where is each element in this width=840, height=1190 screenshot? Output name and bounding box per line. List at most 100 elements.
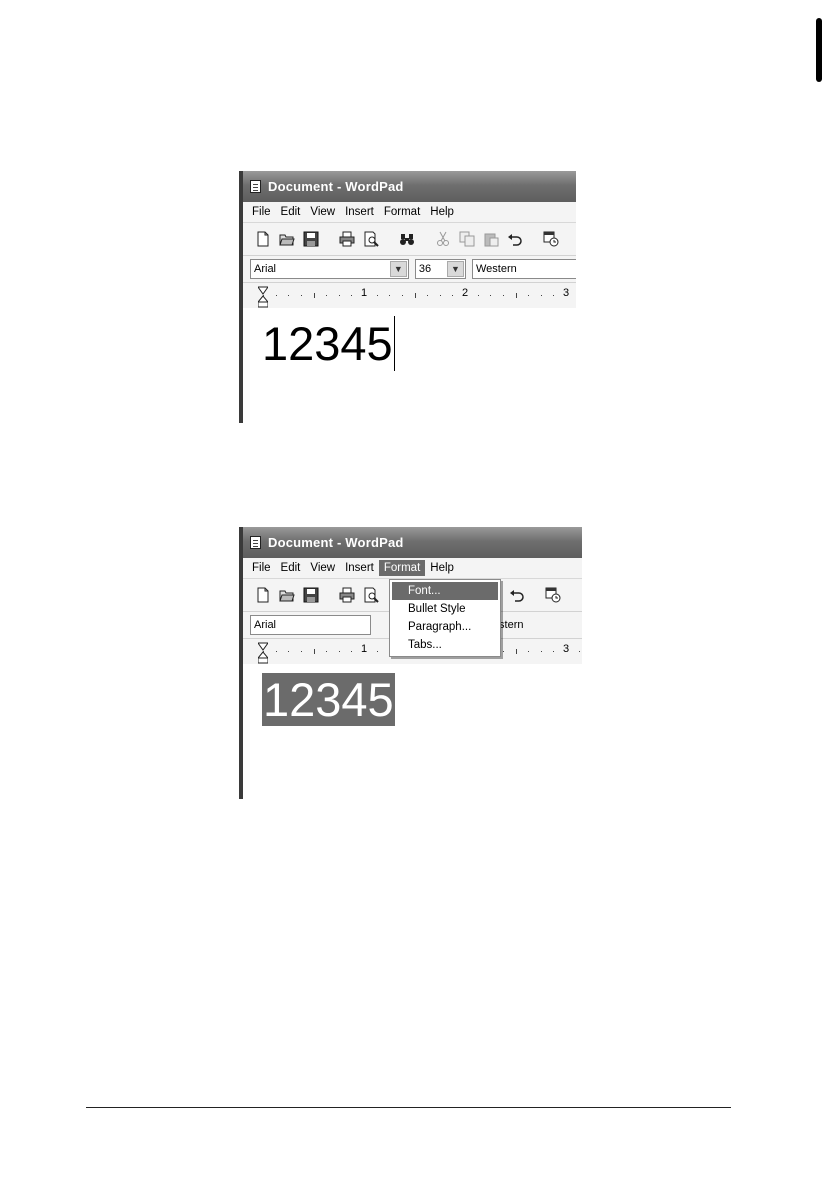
document-editor[interactable]: 12345	[243, 308, 576, 423]
document-text-area[interactable]: 12345	[262, 672, 395, 728]
font-size-value: 36	[418, 263, 432, 275]
standard-toolbar	[243, 223, 576, 256]
script-combo[interactable]: Western	[472, 259, 576, 279]
menu-file[interactable]: File	[247, 560, 276, 576]
menu-edit[interactable]: Edit	[276, 204, 306, 220]
menu-bar: File Edit View Insert Format Help	[243, 558, 582, 579]
copy-icon[interactable]	[457, 229, 477, 249]
font-size-combo[interactable]: 36 ▼	[414, 259, 466, 279]
ruler-dot	[351, 295, 353, 296]
undo-icon[interactable]	[507, 585, 527, 605]
document-text: 12345	[262, 317, 393, 370]
ruler-dot	[553, 651, 555, 652]
ruler-dot	[326, 651, 328, 652]
page-corner-mark	[816, 18, 822, 82]
ruler-dot	[578, 651, 580, 652]
menu-item-bullet-style[interactable]: Bullet Style	[390, 600, 500, 618]
wordpad-app-icon	[250, 536, 261, 549]
ruler-dot	[452, 295, 454, 296]
chevron-down-icon[interactable]: ▼	[447, 261, 464, 277]
print-icon[interactable]	[337, 585, 357, 605]
ruler-half-inch-tick	[313, 293, 315, 298]
menu-format[interactable]: Format	[378, 560, 426, 576]
ruler-dot	[376, 295, 378, 296]
menu-item-paragraph[interactable]: Paragraph...	[390, 618, 500, 636]
ruler-half-inch-tick	[515, 649, 517, 654]
title-bar[interactable]: Document - WordPad	[243, 171, 576, 202]
ruler-dot	[326, 295, 328, 296]
ruler-dot	[275, 651, 277, 652]
open-folder-icon[interactable]	[277, 229, 297, 249]
menu-insert[interactable]: Insert	[340, 560, 379, 576]
ruler-dot	[502, 295, 504, 296]
document-editor[interactable]: 12345	[243, 664, 582, 799]
ruler-number: 1	[359, 643, 369, 655]
format-menu-dropdown: Font... Bullet Style Paragraph... Tabs..…	[389, 579, 501, 657]
ruler-dot	[275, 295, 277, 296]
font-name-value: Arial	[254, 619, 277, 631]
undo-icon[interactable]	[505, 229, 525, 249]
wordpad-window-typing: Document - WordPad File Edit View Insert…	[239, 171, 576, 423]
ruler-dot	[300, 295, 302, 296]
ruler-dot	[263, 295, 264, 296]
save-disk-icon[interactable]	[301, 229, 321, 249]
cut-scissors-icon[interactable]	[433, 229, 453, 249]
font-name-combo[interactable]: Arial	[250, 615, 372, 635]
ruler-dot	[490, 295, 492, 296]
menu-edit[interactable]: Edit	[276, 560, 306, 576]
menu-help[interactable]: Help	[425, 560, 459, 576]
ruler-dot	[376, 651, 378, 652]
menu-item-tabs[interactable]: Tabs...	[390, 636, 500, 654]
menu-view[interactable]: View	[305, 560, 340, 576]
window-title: Document - WordPad	[268, 179, 404, 194]
ruler-dot	[528, 295, 530, 296]
print-icon[interactable]	[337, 229, 357, 249]
format-bar: Arial ▼ 36 ▼ Western	[243, 256, 576, 283]
ruler-track: 1 2 3	[257, 287, 576, 301]
ruler-dot	[540, 651, 542, 652]
script-value: Western	[476, 263, 517, 275]
ruler-dot	[553, 295, 555, 296]
new-document-icon[interactable]	[253, 585, 273, 605]
menu-item-font[interactable]: Font...	[392, 582, 498, 600]
menu-view[interactable]: View	[305, 204, 340, 220]
title-bar[interactable]: Document - WordPad	[243, 527, 582, 558]
print-preview-icon[interactable]	[361, 229, 381, 249]
ruler-dot	[338, 651, 340, 652]
ruler-dot	[288, 651, 290, 652]
ruler-number: 1	[359, 287, 369, 299]
wordpad-window-format-menu: Document - WordPad File Edit View Insert…	[239, 527, 582, 799]
ruler-half-inch-tick	[515, 293, 517, 298]
font-name-combo[interactable]: Arial ▼	[250, 259, 409, 279]
chevron-down-icon[interactable]: ▼	[389, 261, 407, 277]
wordpad-app-icon	[250, 180, 261, 193]
ruler-dot	[263, 651, 264, 652]
save-disk-icon[interactable]	[301, 585, 321, 605]
ruler-dot	[288, 295, 290, 296]
footer-rule	[86, 1107, 731, 1108]
print-preview-icon[interactable]	[361, 585, 381, 605]
document-text-area[interactable]: 12345	[262, 316, 395, 372]
ruler-dot	[477, 295, 479, 296]
date-time-icon[interactable]	[541, 229, 561, 249]
ruler-dot	[401, 295, 403, 296]
paste-icon[interactable]	[481, 229, 501, 249]
date-time-icon[interactable]	[543, 585, 563, 605]
menu-file[interactable]: File	[247, 204, 276, 220]
ruler-dot	[338, 295, 340, 296]
ruler-dot	[389, 295, 391, 296]
ruler[interactable]: 1 2 3	[243, 283, 576, 310]
ruler-dot	[540, 295, 542, 296]
ruler-number: 3	[561, 643, 571, 655]
menu-help[interactable]: Help	[425, 204, 459, 220]
find-binoculars-icon[interactable]	[397, 229, 417, 249]
ruler-dot	[427, 295, 429, 296]
open-folder-icon[interactable]	[277, 585, 297, 605]
new-document-icon[interactable]	[253, 229, 273, 249]
menu-insert[interactable]: Insert	[340, 204, 379, 220]
selected-document-text[interactable]: 12345	[262, 673, 395, 726]
ruler-dot	[351, 651, 353, 652]
font-name-value: Arial	[254, 263, 277, 275]
menu-format[interactable]: Format	[379, 204, 425, 220]
ruler-number: 2	[460, 287, 470, 299]
